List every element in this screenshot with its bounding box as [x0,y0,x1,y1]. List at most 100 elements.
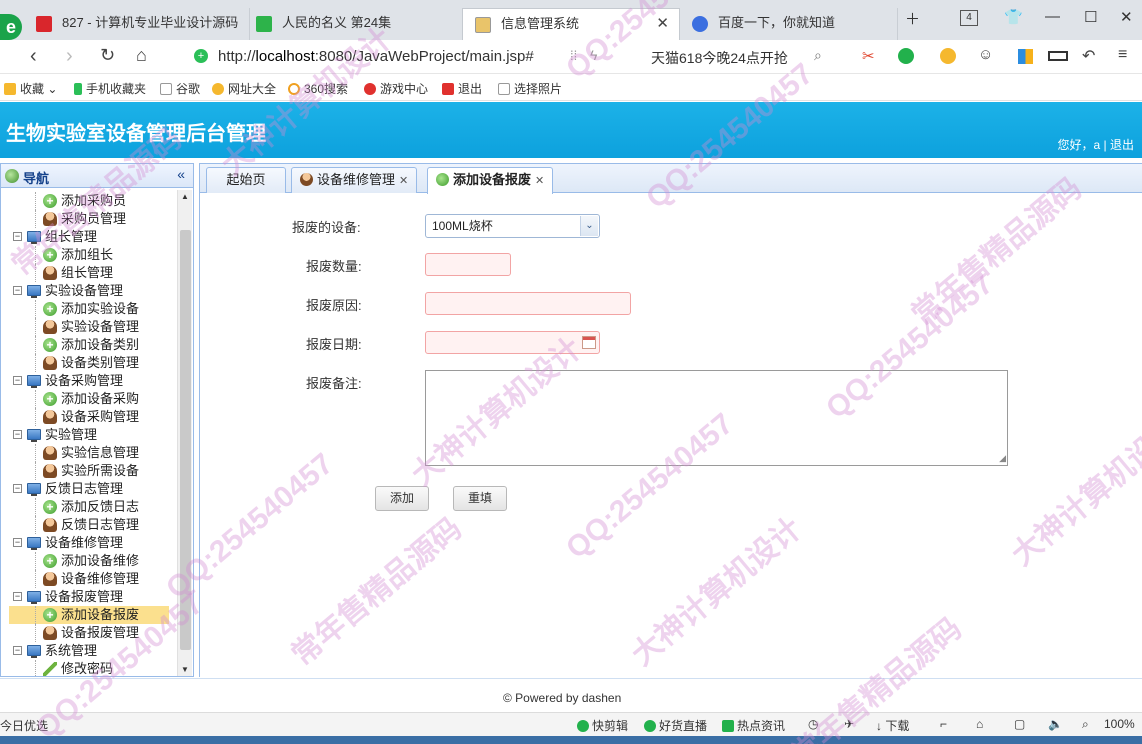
browser-tab-4[interactable]: 百度一下，你就知道 [680,8,898,40]
maximize-icon[interactable]: ☐ [1084,8,1097,32]
nav-item[interactable]: 设备类别管理 [9,354,169,372]
undo-icon[interactable]: ↶ [1082,46,1095,66]
nav-item[interactable]: 添加采购员 [9,192,169,210]
bookmark-mobile[interactable]: 手机收藏夹 [74,80,146,97]
nav-item[interactable]: 实验信息管理 [9,444,169,462]
nav-item[interactable]: 设备报废管理 [9,624,169,642]
home-icon[interactable]: ⌂ [136,45,147,66]
status-quick-edit[interactable]: 快剪辑 [577,717,628,734]
collapse-toggle-icon[interactable]: − [13,286,22,295]
tab-repair-management[interactable]: 设备维修管理 ✕ [291,167,418,193]
reset-button[interactable]: 重填 [453,486,507,511]
nav-group[interactable]: − 实验设备管理 [9,282,169,300]
calendar-icon[interactable] [582,336,596,349]
refresh-icon[interactable]: ↻ [100,45,115,66]
scroll-down-icon[interactable]: ▼ [181,665,189,674]
browser-tab-1[interactable]: 827 - 计算机专业毕业设计源码 [24,8,250,40]
zoom-icon[interactable]: ⌕ [1082,717,1089,732]
remark-textarea[interactable]: ◢ [425,370,1008,466]
forward-icon[interactable]: › [66,45,73,68]
close-window-icon[interactable]: ✕ [1120,8,1133,32]
device-select[interactable]: 100ML烧杯 ⌄ [425,214,600,238]
collapse-toggle-icon[interactable]: − [13,232,22,241]
bookmark-directory[interactable]: 网址大全 [212,80,276,97]
nav-item[interactable]: 设备维修管理 [9,570,169,588]
bookmark-google[interactable]: 谷歌 [160,80,200,97]
browser-tab-2[interactable]: 人民的名义 第24集 [244,8,466,40]
collapse-toggle-icon[interactable]: − [13,430,22,439]
collapse-toggle-icon[interactable]: − [13,376,22,385]
speed-icon[interactable]: ◷ [808,717,818,731]
status-news[interactable]: 热点资讯 [722,717,785,734]
bookmark-games[interactable]: 游戏中心 [364,80,428,97]
bookmark-photos[interactable]: 选择照片 [498,80,562,97]
bookmark-favorites[interactable]: 收藏 ⌄ [4,80,57,97]
nav-item[interactable]: 修改密码 [9,660,169,676]
collapse-icon[interactable]: « [177,166,185,182]
grid-icon[interactable]: ⁞⁞ [570,48,577,63]
bookmark-exit[interactable]: 退出 [442,80,482,97]
date-input[interactable] [425,331,600,354]
new-tab-icon[interactable]: ＋ [905,8,920,32]
translate-icon[interactable] [898,48,914,64]
bookmark-360[interactable]: 360搜索 [288,80,348,97]
nav-group[interactable]: − 反馈日志管理 [9,480,169,498]
collapse-toggle-icon[interactable]: − [13,538,22,547]
logout-link[interactable]: 退出 [1110,138,1134,152]
nav-item[interactable]: 实验设备管理 [9,318,169,336]
coin-icon[interactable] [940,48,956,64]
minimize-icon[interactable]: — [1045,8,1060,32]
battery-icon[interactable] [1048,51,1068,61]
url-field[interactable]: + http://localhost:8080/JavaWebProject/m… [186,44,836,70]
collapse-toggle-icon[interactable]: − [13,592,22,601]
nav-item[interactable]: 添加实验设备 [9,300,169,318]
nav-group[interactable]: − 组长管理 [9,228,169,246]
nav-group[interactable]: − 系统管理 [9,642,169,660]
screenshot-icon[interactable]: ⌐ [940,717,947,731]
chevron-down-icon[interactable]: ⌄ [580,216,598,236]
browser-logo-icon[interactable]: e [0,14,22,40]
tab-add-scrap[interactable]: 添加设备报废 ✕ [427,167,554,194]
clean-icon[interactable]: ⌂ [976,717,983,731]
chat-icon[interactable]: ☺ [978,46,993,63]
nav-item[interactable]: 组长管理 [9,264,169,282]
browser-tab-3[interactable]: 信息管理系统 ✕ [462,8,680,40]
nav-item[interactable]: 添加设备类别 [9,336,169,354]
volume-icon[interactable]: 🔈 [1048,717,1063,731]
nav-item[interactable]: 反馈日志管理 [9,516,169,534]
search-icon[interactable]: ⌕ [814,47,822,64]
nav-item[interactable]: 实验所需设备 [9,462,169,480]
close-tab-icon[interactable]: ✕ [535,175,544,187]
status-download[interactable]: ↓ 下载 [876,717,909,734]
window-icon[interactable]: ▢ [1014,717,1025,731]
nav-item[interactable]: 添加设备维修 [9,552,169,570]
nav-item[interactable]: 添加设备报废 [9,606,169,624]
scroll-thumb[interactable] [180,230,191,650]
lightning-icon[interactable]: ϟ [590,47,597,63]
back-icon[interactable]: ‹ [30,45,37,68]
status-live[interactable]: 好货直播 [644,717,707,734]
plane-icon[interactable]: ✈ [844,717,854,731]
close-tab-icon[interactable]: ✕ [399,175,408,187]
nav-item[interactable]: 设备采购管理 [9,408,169,426]
reason-input[interactable] [425,292,631,315]
quantity-input[interactable] [425,253,511,276]
tab-count-badge[interactable]: 4 [960,10,978,26]
nav-group[interactable]: − 设备报废管理 [9,588,169,606]
menu-icon[interactable]: ≡ [1118,46,1127,64]
nav-item[interactable]: 添加反馈日志 [9,498,169,516]
nav-group[interactable]: − 设备维修管理 [9,534,169,552]
nav-item[interactable]: 添加组长 [9,246,169,264]
zoom-level[interactable]: 100% [1104,717,1135,731]
scroll-up-icon[interactable]: ▲ [181,192,189,201]
status-daily-picks[interactable]: 今日优选 [0,717,48,734]
nav-item[interactable]: 采购员管理 [9,210,169,228]
collapse-toggle-icon[interactable]: − [13,646,22,655]
submit-button[interactable]: 添加 [375,486,429,511]
tab-home[interactable]: 起始页 [206,167,286,193]
promo-text[interactable]: 天猫618今晚24点开抢 [651,48,788,68]
nav-group[interactable]: − 实验管理 [9,426,169,444]
resize-grip-icon[interactable]: ◢ [999,453,1006,464]
url-text[interactable]: http://localhost:8080/JavaWebProject/mai… [218,48,534,65]
nav-item[interactable]: 添加设备采购 [9,390,169,408]
